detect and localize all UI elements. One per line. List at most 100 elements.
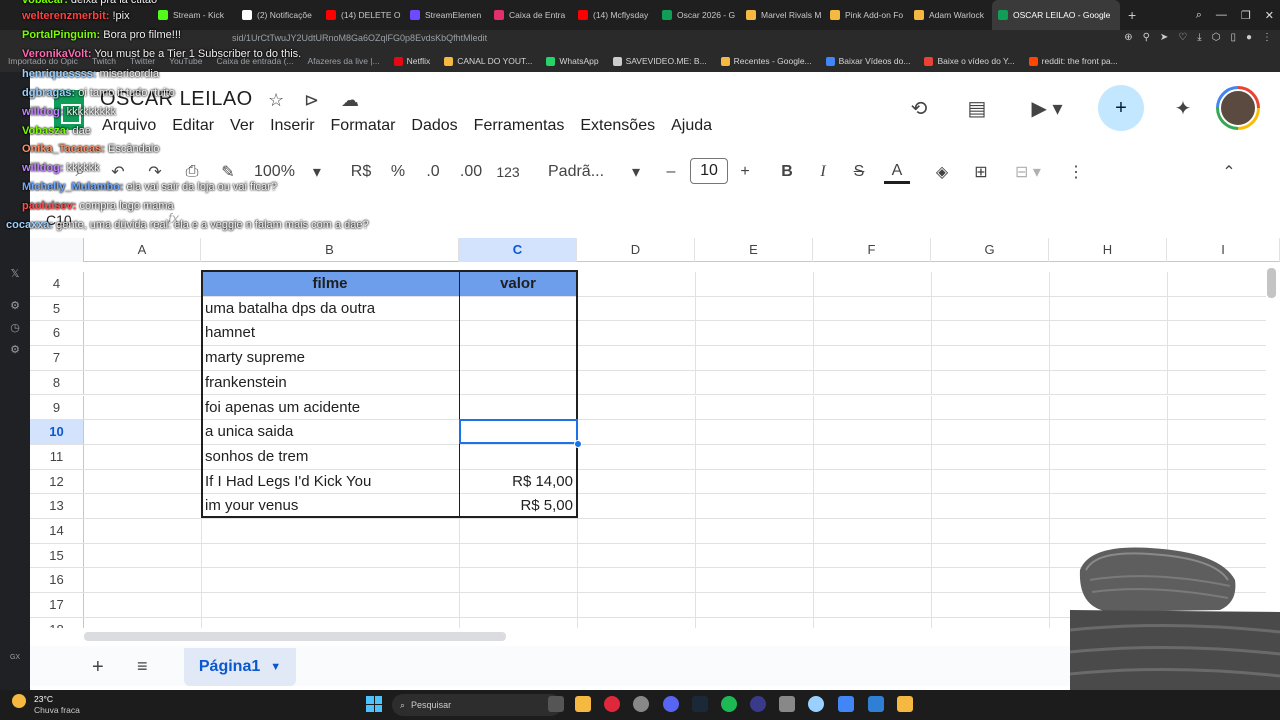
gear-icon[interactable]: ⚙ <box>9 300 21 312</box>
cell-c[interactable] <box>459 519 577 543</box>
browser-tab[interactable]: Adam Warlock <box>908 0 992 30</box>
app-icon[interactable] <box>808 696 824 712</box>
close-icon[interactable]: ✕ <box>1265 9 1274 22</box>
row-header[interactable]: 4 <box>30 272 84 296</box>
number-format-button[interactable]: 123 <box>494 160 522 184</box>
cell-b[interactable]: sonhos de trem <box>201 445 459 469</box>
minimize-icon[interactable]: — <box>1216 9 1227 21</box>
menu-ferramentas[interactable]: Ferramentas <box>466 115 573 137</box>
x-icon[interactable]: 𝕏 <box>9 268 21 280</box>
taskbar-search[interactable]: ⌕ Pesquisar <box>392 694 562 716</box>
more-options-icon[interactable]: ⋮ <box>1066 160 1086 184</box>
column-header-b[interactable]: B <box>201 238 459 262</box>
restore-icon[interactable]: ❐ <box>1241 9 1251 22</box>
zoom-icon[interactable]: ⊕ <box>1124 32 1132 43</box>
profile-icon[interactable]: ● <box>1246 32 1252 43</box>
font-size-input[interactable]: 10 <box>690 158 728 184</box>
bold-icon[interactable]: B <box>776 160 798 184</box>
row-header[interactable]: 6 <box>30 321 84 346</box>
send-icon[interactable]: ➤ <box>1160 32 1168 43</box>
cell-b[interactable] <box>201 544 459 568</box>
cell-b[interactable]: frankenstein <box>201 371 459 395</box>
decrease-decimal-button[interactable]: .0 <box>420 160 446 184</box>
sheet-tab[interactable]: Página1 ▼ <box>184 648 296 686</box>
browser-tab[interactable]: Pink Add-on Fo <box>824 0 908 30</box>
fill-color-icon[interactable]: ◈ <box>930 160 954 184</box>
increase-decimal-button[interactable]: .00 <box>456 160 486 184</box>
chat-username[interactable]: cocaxxa: <box>6 219 53 231</box>
row-header[interactable]: 7 <box>30 346 84 370</box>
bookmark[interactable]: Baixar Vídeos do... <box>825 56 910 66</box>
chat-username[interactable]: Onika_Tacacas: <box>22 143 105 155</box>
chat-username[interactable]: Vobasza: <box>22 125 69 137</box>
weather-icon[interactable] <box>12 694 26 708</box>
cell-c[interactable] <box>459 568 577 592</box>
row-header[interactable]: 15 <box>30 543 84 568</box>
move-folder-icon[interactable]: ⊳ <box>304 90 319 111</box>
discord-icon[interactable] <box>663 696 679 712</box>
new-tab-icon[interactable]: + <box>1120 7 1144 23</box>
column-header-a[interactable]: A <box>84 238 201 262</box>
row-header[interactable]: 13 <box>30 494 84 518</box>
sidebar-icon[interactable]: ▯ <box>1230 32 1236 43</box>
task-view-icon[interactable] <box>548 696 564 712</box>
menu-inserir[interactable]: Inserir <box>262 115 322 137</box>
cell-b[interactable]: foi apenas um acidente <box>201 396 459 420</box>
extensions-icon[interactable]: ⬡ <box>1212 32 1221 43</box>
bookmark[interactable]: SAVEVIDEO.ME: B... <box>612 56 707 66</box>
cell-b[interactable] <box>201 568 459 592</box>
pin-icon[interactable]: ⚲ <box>1143 32 1150 43</box>
cell-c[interactable] <box>459 396 577 420</box>
menu-dados[interactable]: Dados <box>403 115 465 137</box>
horizontal-scrollbar[interactable] <box>84 632 506 641</box>
cell-c[interactable] <box>459 371 577 395</box>
decrease-font-size-icon[interactable]: – <box>660 160 682 184</box>
bookmark[interactable]: Netflix <box>393 56 430 66</box>
row-header[interactable]: 12 <box>30 469 84 494</box>
menu-arquivo[interactable]: Arquivo <box>102 115 164 137</box>
column-header-i[interactable]: I <box>1167 238 1280 262</box>
font-select[interactable]: Padrã... ▾ <box>548 160 640 184</box>
add-sheet-button[interactable]: + <box>92 656 104 679</box>
clock-icon[interactable]: ◷ <box>9 322 21 334</box>
cell-b[interactable] <box>201 618 459 628</box>
gemini-icon[interactable]: ✦ <box>1168 86 1198 130</box>
menu-ajuda[interactable]: Ajuda <box>663 115 720 137</box>
chat-username[interactable]: willdog: <box>22 106 64 118</box>
browser-tab[interactable]: (14) DELETE O <box>320 0 404 30</box>
column-header-h[interactable]: H <box>1049 238 1167 262</box>
cell-c[interactable]: valor <box>459 272 577 296</box>
browser-tab[interactable]: Caixa de Entra <box>488 0 572 30</box>
cell-b[interactable]: marty supreme <box>201 346 459 370</box>
cell-c[interactable]: R$ 14,00 <box>459 470 577 494</box>
percent-format-button[interactable]: % <box>386 160 410 184</box>
weather-temp[interactable]: 23°C <box>34 694 53 704</box>
borders-icon[interactable]: ⊞ <box>970 160 992 184</box>
start-button[interactable] <box>366 696 382 712</box>
address-bar[interactable]: sid/1UrCtTwuJY2UdtURnoM8Ga6OZqlFG0p8Evds… <box>0 30 1280 50</box>
cell-b[interactable]: If I Had Legs I'd Kick You <box>201 470 459 494</box>
chat-username[interactable]: willdog: <box>22 162 64 174</box>
row-header[interactable]: 10 <box>30 420 84 444</box>
column-header-f[interactable]: F <box>813 238 931 262</box>
cell-b[interactable]: uma batalha dps da outra <box>201 297 459 321</box>
cell-b[interactable]: im your venus <box>201 494 459 518</box>
row-header[interactable]: 17 <box>30 593 84 617</box>
column-header-c[interactable]: C <box>459 238 577 262</box>
browser-tab[interactable]: Stream - Kick <box>152 0 236 30</box>
weather-desc[interactable]: Chuva fraca <box>34 705 80 715</box>
chat-username[interactable]: vobacar: <box>22 0 68 6</box>
steam-icon[interactable] <box>692 696 708 712</box>
collapse-menus-icon[interactable]: ⌃ <box>1218 160 1240 184</box>
gear-icon[interactable]: ⚙ <box>9 344 21 356</box>
cell-c[interactable] <box>459 321 577 345</box>
share-button[interactable]: + <box>1098 85 1144 131</box>
comments-icon[interactable]: ▤ <box>962 86 992 130</box>
bookmark[interactable]: Baixe o vídeo do Y... <box>924 56 1015 66</box>
cell-c[interactable] <box>459 346 577 370</box>
active-browser-tab[interactable]: OSCAR LEILAO - Google <box>992 0 1120 30</box>
menu-extensões[interactable]: Extensões <box>572 115 663 137</box>
selected-cell[interactable] <box>459 419 578 444</box>
app-icon[interactable] <box>750 696 766 712</box>
browser-tab[interactable]: Oscar 2026 - G <box>656 0 740 30</box>
